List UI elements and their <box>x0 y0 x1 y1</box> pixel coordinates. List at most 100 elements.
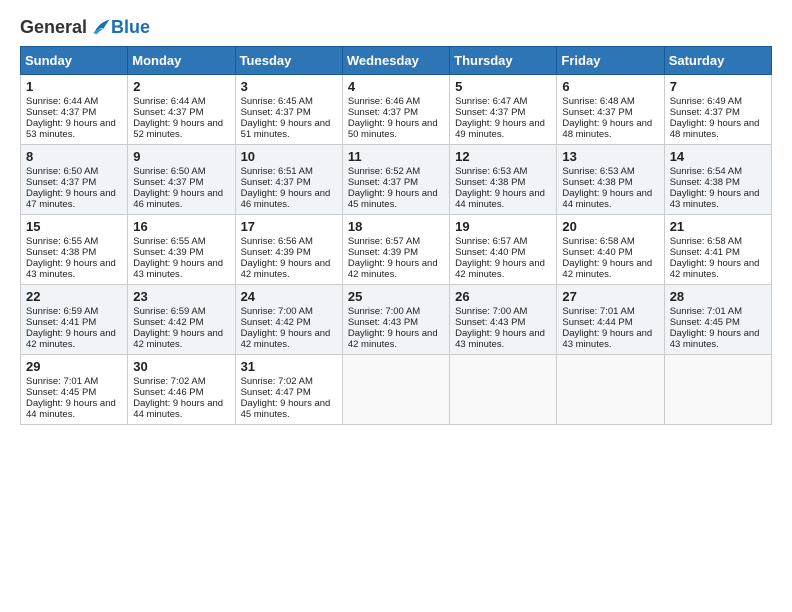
day-number: 2 <box>133 79 229 94</box>
day-number: 4 <box>348 79 444 94</box>
day-number: 16 <box>133 219 229 234</box>
calendar-cell: 2 Sunrise: 6:44 AM Sunset: 4:37 PM Dayli… <box>128 75 235 145</box>
sunrise-label: Sunrise: 6:46 AM <box>348 96 420 107</box>
calendar-cell: 25 Sunrise: 7:00 AM Sunset: 4:43 PM Dayl… <box>342 285 449 355</box>
calendar-cell: 1 Sunrise: 6:44 AM Sunset: 4:37 PM Dayli… <box>21 75 128 145</box>
calendar-cell: 5 Sunrise: 6:47 AM Sunset: 4:37 PM Dayli… <box>450 75 557 145</box>
sunset-label: Sunset: 4:41 PM <box>670 247 740 258</box>
day-number: 14 <box>670 149 766 164</box>
logo-blue-text: Blue <box>111 17 150 38</box>
calendar-cell: 4 Sunrise: 6:46 AM Sunset: 4:37 PM Dayli… <box>342 75 449 145</box>
sunset-label: Sunset: 4:37 PM <box>26 177 96 188</box>
daylight-label: Daylight: 9 hours and 44 minutes. <box>133 398 223 420</box>
sunset-label: Sunset: 4:42 PM <box>241 317 311 328</box>
daylight-label: Daylight: 9 hours and 47 minutes. <box>26 188 116 210</box>
sunset-label: Sunset: 4:38 PM <box>670 177 740 188</box>
day-number: 15 <box>26 219 122 234</box>
day-number: 12 <box>455 149 551 164</box>
day-number: 31 <box>241 359 337 374</box>
daylight-label: Daylight: 9 hours and 49 minutes. <box>455 118 545 140</box>
day-number: 18 <box>348 219 444 234</box>
daylight-label: Daylight: 9 hours and 43 minutes. <box>562 328 652 350</box>
sunset-label: Sunset: 4:46 PM <box>133 387 203 398</box>
sunrise-label: Sunrise: 6:58 AM <box>670 236 742 247</box>
sunset-label: Sunset: 4:44 PM <box>562 317 632 328</box>
weekday-header-saturday: Saturday <box>664 47 771 75</box>
calendar-cell: 6 Sunrise: 6:48 AM Sunset: 4:37 PM Dayli… <box>557 75 664 145</box>
day-number: 1 <box>26 79 122 94</box>
day-number: 7 <box>670 79 766 94</box>
week-row-5: 29 Sunrise: 7:01 AM Sunset: 4:45 PM Dayl… <box>21 355 772 425</box>
daylight-label: Daylight: 9 hours and 45 minutes. <box>348 188 438 210</box>
calendar-cell: 3 Sunrise: 6:45 AM Sunset: 4:37 PM Dayli… <box>235 75 342 145</box>
sunrise-label: Sunrise: 6:59 AM <box>133 306 205 317</box>
calendar-cell: 27 Sunrise: 7:01 AM Sunset: 4:44 PM Dayl… <box>557 285 664 355</box>
calendar-cell: 29 Sunrise: 7:01 AM Sunset: 4:45 PM Dayl… <box>21 355 128 425</box>
sunrise-label: Sunrise: 6:50 AM <box>26 166 98 177</box>
sunrise-label: Sunrise: 6:59 AM <box>26 306 98 317</box>
sunset-label: Sunset: 4:40 PM <box>455 247 525 258</box>
calendar-cell: 21 Sunrise: 6:58 AM Sunset: 4:41 PM Dayl… <box>664 215 771 285</box>
sunset-label: Sunset: 4:38 PM <box>26 247 96 258</box>
day-number: 10 <box>241 149 337 164</box>
sunset-label: Sunset: 4:45 PM <box>670 317 740 328</box>
daylight-label: Daylight: 9 hours and 45 minutes. <box>241 398 331 420</box>
week-row-3: 15 Sunrise: 6:55 AM Sunset: 4:38 PM Dayl… <box>21 215 772 285</box>
sunset-label: Sunset: 4:37 PM <box>562 107 632 118</box>
calendar-cell: 18 Sunrise: 6:57 AM Sunset: 4:39 PM Dayl… <box>342 215 449 285</box>
sunset-label: Sunset: 4:47 PM <box>241 387 311 398</box>
sunrise-label: Sunrise: 7:01 AM <box>670 306 742 317</box>
calendar-table: SundayMondayTuesdayWednesdayThursdayFrid… <box>20 46 772 425</box>
sunset-label: Sunset: 4:38 PM <box>455 177 525 188</box>
day-number: 28 <box>670 289 766 304</box>
sunrise-label: Sunrise: 6:47 AM <box>455 96 527 107</box>
daylight-label: Daylight: 9 hours and 48 minutes. <box>562 118 652 140</box>
calendar-cell: 31 Sunrise: 7:02 AM Sunset: 4:47 PM Dayl… <box>235 355 342 425</box>
sunrise-label: Sunrise: 6:44 AM <box>26 96 98 107</box>
calendar-cell <box>664 355 771 425</box>
daylight-label: Daylight: 9 hours and 43 minutes. <box>455 328 545 350</box>
daylight-label: Daylight: 9 hours and 51 minutes. <box>241 118 331 140</box>
daylight-label: Daylight: 9 hours and 44 minutes. <box>455 188 545 210</box>
daylight-label: Daylight: 9 hours and 42 minutes. <box>348 258 438 280</box>
page-header: General Blue <box>20 16 772 38</box>
sunset-label: Sunset: 4:37 PM <box>26 107 96 118</box>
day-number: 26 <box>455 289 551 304</box>
sunrise-label: Sunrise: 6:56 AM <box>241 236 313 247</box>
sunset-label: Sunset: 4:37 PM <box>133 107 203 118</box>
sunset-label: Sunset: 4:45 PM <box>26 387 96 398</box>
daylight-label: Daylight: 9 hours and 52 minutes. <box>133 118 223 140</box>
calendar-cell: 22 Sunrise: 6:59 AM Sunset: 4:41 PM Dayl… <box>21 285 128 355</box>
sunset-label: Sunset: 4:37 PM <box>241 107 311 118</box>
day-number: 8 <box>26 149 122 164</box>
day-number: 3 <box>241 79 337 94</box>
calendar-cell: 19 Sunrise: 6:57 AM Sunset: 4:40 PM Dayl… <box>450 215 557 285</box>
daylight-label: Daylight: 9 hours and 43 minutes. <box>670 328 760 350</box>
sunrise-label: Sunrise: 6:53 AM <box>455 166 527 177</box>
sunset-label: Sunset: 4:43 PM <box>455 317 525 328</box>
daylight-label: Daylight: 9 hours and 44 minutes. <box>26 398 116 420</box>
day-number: 20 <box>562 219 658 234</box>
daylight-label: Daylight: 9 hours and 43 minutes. <box>133 258 223 280</box>
weekday-header-wednesday: Wednesday <box>342 47 449 75</box>
calendar-page: General Blue SundayMondayTuesdayWednesda… <box>0 0 792 612</box>
calendar-cell <box>342 355 449 425</box>
weekday-header-monday: Monday <box>128 47 235 75</box>
week-row-1: 1 Sunrise: 6:44 AM Sunset: 4:37 PM Dayli… <box>21 75 772 145</box>
day-number: 30 <box>133 359 229 374</box>
sunrise-label: Sunrise: 6:53 AM <box>562 166 634 177</box>
day-number: 22 <box>26 289 122 304</box>
weekday-header-thursday: Thursday <box>450 47 557 75</box>
day-number: 25 <box>348 289 444 304</box>
day-number: 11 <box>348 149 444 164</box>
day-number: 19 <box>455 219 551 234</box>
sunrise-label: Sunrise: 6:51 AM <box>241 166 313 177</box>
day-number: 6 <box>562 79 658 94</box>
calendar-cell: 9 Sunrise: 6:50 AM Sunset: 4:37 PM Dayli… <box>128 145 235 215</box>
daylight-label: Daylight: 9 hours and 46 minutes. <box>241 188 331 210</box>
daylight-label: Daylight: 9 hours and 42 minutes. <box>455 258 545 280</box>
daylight-label: Daylight: 9 hours and 42 minutes. <box>241 328 331 350</box>
sunrise-label: Sunrise: 6:45 AM <box>241 96 313 107</box>
daylight-label: Daylight: 9 hours and 43 minutes. <box>26 258 116 280</box>
sunrise-label: Sunrise: 7:00 AM <box>348 306 420 317</box>
